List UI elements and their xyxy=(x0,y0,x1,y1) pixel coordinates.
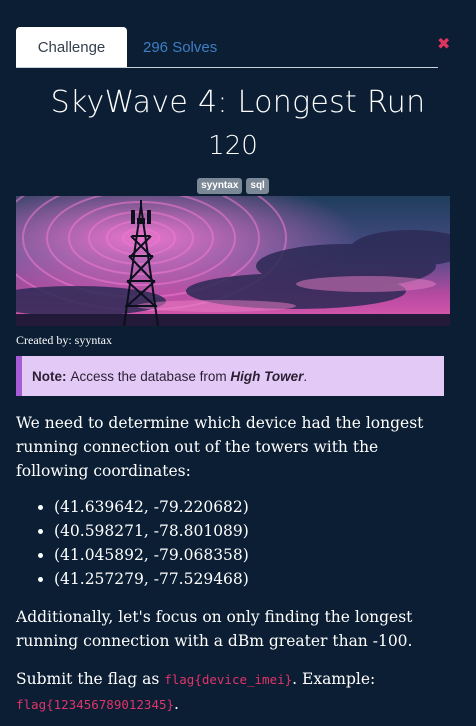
challenge-tabs: Challenge 296 Solves xyxy=(16,27,438,68)
example-label: . Example: xyxy=(292,670,376,688)
list-item: (41.045892, -79.068358) xyxy=(54,543,448,567)
challenge-description: We need to determine which device had th… xyxy=(16,411,448,717)
coordinate-list: (41.639642, -79.220682) (40.598271, -78.… xyxy=(16,495,448,591)
tab-solves[interactable]: 296 Solves xyxy=(143,27,217,67)
flag-format: flag{device_imei} xyxy=(164,672,293,687)
focus-text: Additionally, let's focus on only findin… xyxy=(16,608,413,650)
list-item: (40.598271, -78.801089) xyxy=(54,519,448,543)
note-label: Note: xyxy=(32,368,67,384)
tab-challenge[interactable]: Challenge xyxy=(16,27,127,67)
challenge-title: SkyWave 4: Longest Run xyxy=(50,85,426,120)
note-callout: Note: Access the database from High Towe… xyxy=(16,356,444,396)
challenge-points: 120 xyxy=(208,131,258,161)
challenge-banner-image xyxy=(16,196,450,326)
intro-text: We need to determine which device had th… xyxy=(16,414,424,480)
example-end: . xyxy=(174,695,179,713)
submit-instructions: Submit the flag as flag{device_imei}. Ex… xyxy=(16,667,448,717)
tag-list: syyntax sql xyxy=(0,178,466,194)
tag-syyntax: syyntax xyxy=(197,178,243,194)
list-item: (41.639642, -79.220682) xyxy=(54,495,448,519)
close-icon[interactable]: ✖ xyxy=(437,36,451,52)
note-end: . xyxy=(303,368,308,384)
note-text: Access the database from xyxy=(70,368,227,384)
list-item: (41.257279, -77.529468) xyxy=(54,567,448,591)
tag-sql: sql xyxy=(246,178,269,194)
example-flag: flag{123456789012345} xyxy=(16,697,175,712)
note-emphasis: High Tower xyxy=(230,368,304,384)
challenge-credit: Created by: syyntax xyxy=(16,333,112,347)
submit-prefix: Submit the flag as xyxy=(16,670,160,688)
